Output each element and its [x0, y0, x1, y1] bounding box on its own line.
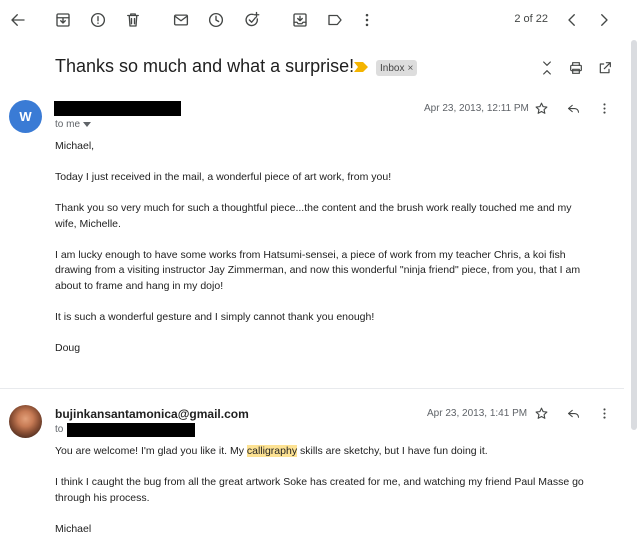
body-paragraph: Michael, [55, 140, 95, 152]
message-date: Apr 23, 2013, 12:11 PM [424, 103, 529, 114]
more-vert-icon[interactable] [355, 8, 379, 32]
star-icon[interactable] [531, 403, 551, 423]
move-to-icon[interactable] [288, 8, 312, 32]
redacted-sender [54, 101, 181, 116]
inbox-label-chip: Inbox × [376, 60, 418, 76]
delete-icon[interactable] [121, 8, 145, 32]
open-new-window-icon[interactable] [595, 58, 615, 78]
message-body: Michael, Today I just received in the ma… [55, 139, 595, 372]
prev-icon[interactable] [560, 8, 584, 32]
recipient-line[interactable]: to [55, 424, 63, 435]
scrollbar[interactable] [631, 40, 637, 430]
message-more-icon[interactable] [594, 403, 614, 423]
message-body: You are welcome! I'm glad you like it. M… [55, 444, 595, 544]
text-span: You are welcome! I'm glad you like it. M… [55, 445, 247, 457]
sender-avatar[interactable]: W [9, 100, 42, 133]
next-icon[interactable] [592, 8, 616, 32]
body-paragraph: You are welcome! I'm glad you like it. M… [55, 444, 595, 460]
recipient-text: to me [55, 119, 81, 130]
body-paragraph: Michael [55, 522, 92, 535]
pager-count: 2 of 22 [514, 13, 548, 25]
print-icon[interactable] [566, 58, 586, 78]
inbox-label: Inbox [380, 62, 405, 74]
remove-label-icon[interactable]: × [407, 63, 413, 74]
mark-unread-icon[interactable] [169, 8, 193, 32]
text-span: skills are sketchy, but I have fun doing… [297, 445, 488, 457]
label-icon[interactable] [323, 8, 347, 32]
star-icon[interactable] [531, 98, 551, 118]
back-arrow-icon[interactable] [6, 8, 30, 32]
sender-email[interactable]: bujinkansantamonica@gmail.com [55, 407, 249, 421]
add-task-icon[interactable] [240, 8, 264, 32]
message-date: Apr 23, 2013, 1:41 PM [427, 408, 528, 419]
snooze-icon[interactable] [204, 8, 228, 32]
important-marker-icon[interactable] [354, 62, 368, 72]
thread-subject: Thanks so much and what a surprise! [55, 56, 355, 76]
redacted-recipient [67, 423, 195, 437]
recipient-dropdown[interactable]: to me [55, 119, 92, 130]
body-paragraph: I am lucky enough to have some works fro… [55, 248, 581, 292]
toolbar: 2 of 22 [0, 0, 640, 40]
message-divider [0, 388, 624, 389]
reply-icon[interactable] [563, 403, 583, 423]
body-paragraph: It is such a wonderful gesture and I sim… [55, 310, 375, 323]
recipient-text: to [55, 424, 64, 435]
collapse-all-icon[interactable] [537, 58, 557, 78]
avatar[interactable] [9, 405, 42, 438]
report-spam-icon[interactable] [86, 8, 110, 32]
body-paragraph: Thank you so very much for such a though… [55, 202, 572, 230]
body-paragraph: Today I just received in the mail, a won… [55, 171, 392, 183]
message-more-icon[interactable] [594, 98, 614, 118]
reply-icon[interactable] [563, 98, 583, 118]
body-paragraph: I think I caught the bug from all the gr… [55, 476, 584, 504]
chevron-down-icon [83, 121, 92, 127]
archive-icon[interactable] [51, 8, 75, 32]
body-paragraph: Doug [55, 341, 81, 354]
highlighted-word: calligraphy [246, 445, 298, 457]
subject-row: Thanks so much and what a surprise! Inbo… [0, 52, 640, 84]
